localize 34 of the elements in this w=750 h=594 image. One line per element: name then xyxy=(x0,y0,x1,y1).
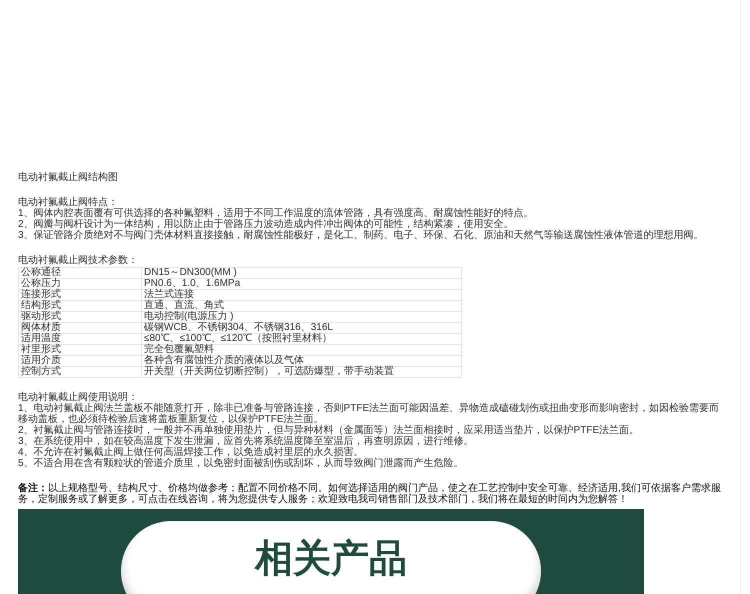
feature-text: 3、保证管路介质绝对不与阀门壳体材料直接接触，耐腐蚀性能极好，是化工、制药、电子、环保、石化、原油和天然气等输送腐蚀性液体管道的理想用阀。 xyxy=(18,230,705,241)
table-cell: 结构形式 xyxy=(18,300,142,312)
table-cell: 直通、直流、角式 xyxy=(142,300,462,312)
table-cell: 公称通径 xyxy=(18,268,142,278)
table-cell: 适用介质 xyxy=(18,356,142,366)
table-cell: 电动控制(电源压力 ) xyxy=(142,312,462,322)
usage-text: 1、电动衬氟截止阀法兰盖板不能随意打开，除非已准备与管路连接，否则PTFE法兰面可能因温差、异物造成磕碰划伤或扭曲变形而影响密封，如因检验需要而移动盖板，也必须待检验后速将盖板重新复位，以保护PTFE法兰面。 xyxy=(18,403,720,425)
table-cell: ≤80℃、≤100℃、≤120℃（按照衬里材料） xyxy=(142,334,462,344)
table-cell: 控制方式 xyxy=(18,366,142,378)
table-cell: DN15～DN300(MM ) xyxy=(142,268,462,278)
section-heading: 电动衬氟截止阀特点： xyxy=(18,197,119,208)
table-cell: 法兰式连接 xyxy=(142,290,462,300)
table-cell: 开关型（开关两位切断控制），可选防爆型，带手动装置 xyxy=(142,366,462,378)
table-cell: PN0.6、1.0、1.6MPa xyxy=(142,278,462,290)
table-cell: 适用温度 xyxy=(18,334,142,344)
usage-text: 5、不适合用在含有颗粒状的管道介质里，以免密封面被刮伤或刮坏，从而导致阀门泄露而产生危险。 xyxy=(18,458,465,469)
banner-title: 相关产品 xyxy=(255,537,407,581)
usage-text: 3、在系统使用中，如在较高温度下发生泄漏，应首先将系统温度降至室温后，再查明原因，进行维修。 xyxy=(18,436,475,447)
table-cell: 公称压力 xyxy=(18,278,142,290)
table-cell: 驱动形式 xyxy=(18,312,142,322)
table-cell: 各种含有腐蚀性介质的液体以及气体 xyxy=(142,356,462,366)
table-cell: 衬里形式 xyxy=(18,344,142,356)
usage-text: 4、不允许在衬氟截止阀上做任何高温焊接工作，以免造成衬里层的永久损害。 xyxy=(18,447,365,458)
table-cell: 碳钢WCB、不锈钢304、不锈钢316、316L xyxy=(142,322,462,334)
section-heading: 电动衬氟截止阀结构图 xyxy=(18,172,119,183)
note-text: 备注：以上规格型号、结构尺寸、价格均做参考；配置不同价格不同。如何选择适用的阀门产品，使之在工艺控制中安全可靠、经济适用,我们可依据客户需求服务，定制服务或了解更多，可点击在线咨询，将为您提供专人服务；欢迎致电我司销售部门及技术部门，我们将在最短的时间内为您解答！ xyxy=(18,483,722,505)
table-cell: 完全包覆氟塑料 xyxy=(142,344,462,356)
feature-text: 1、阀体内腔表面覆有可供选择的各种氟塑料，适用于不同工作温度的流体管路，具有强度高、耐腐蚀性能好的特点。 xyxy=(18,208,535,219)
usage-text: 2、衬氟截止阀与管路连接时，一般并不再单独使用垫片，但与异种材料（金属面等）法兰面相接时，应采用适当垫片，以保护PTFE法兰面。 xyxy=(18,425,640,436)
section-heading: 电动衬氟截止阀技术参数： xyxy=(18,255,139,266)
table-cell: 连接形式 xyxy=(18,290,142,300)
feature-text: 2、阀瓣与阀杆设计为一体结构，用以防止由于管路压力波动造成内件冲出阀体的可能性，结构紧凑，使用安全。 xyxy=(18,219,514,230)
table-cell: 阀体材质 xyxy=(18,322,142,334)
section-heading: 电动衬氟截止阀使用说明： xyxy=(18,392,138,403)
